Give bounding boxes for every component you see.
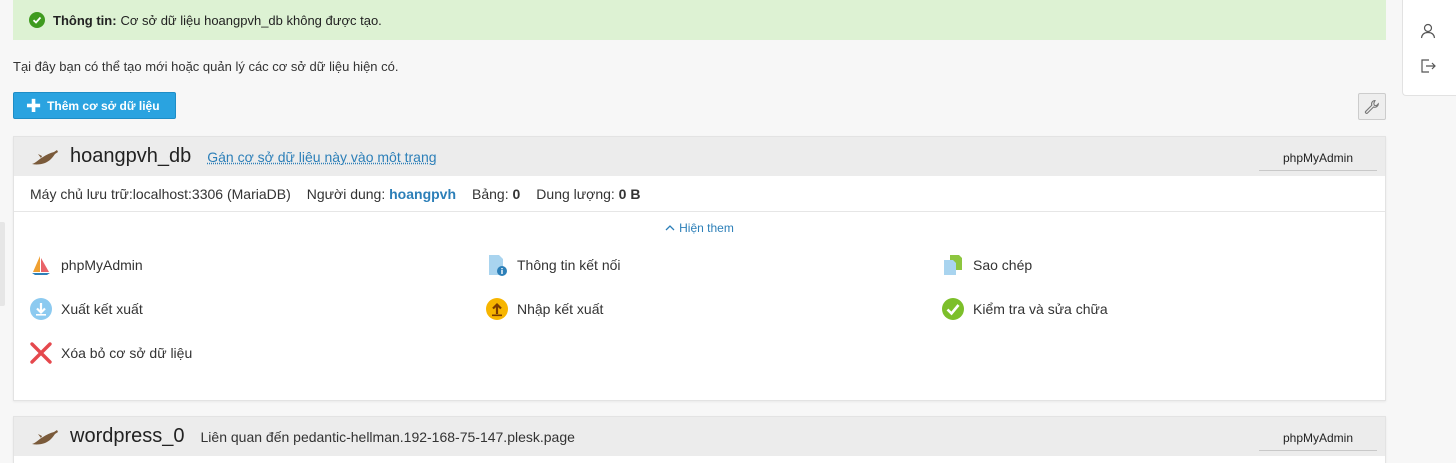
action-delete[interactable]: Xóa bỏ cơ sở dữ liệu [29, 341, 192, 365]
host-value: localhost:3306 (MariaDB) [132, 185, 291, 202]
database-actions: phpMyAdmin Thông tin kết nối Sao chép Xu… [14, 244, 1385, 404]
upload-icon [485, 297, 509, 321]
host-info: Máy chủ lưu trữ:localhost:3306 (MariaDB) [30, 186, 291, 202]
tables-value: 0 [512, 185, 521, 202]
logout-icon[interactable] [1419, 57, 1437, 75]
action-label: Xóa bỏ cơ sở dữ liệu [61, 345, 193, 361]
wrench-icon [1364, 99, 1379, 114]
action-label: Sao chép [973, 257, 1033, 273]
host-label: Máy chủ lưu trữ: [30, 185, 133, 202]
database-card-header: wordpress_0 Liên quan đến pedantic-hellm… [14, 417, 1385, 456]
size-info: Dung lượng: 0 B [536, 186, 640, 202]
show-more-toggle[interactable]: Hiện them [14, 212, 1385, 244]
action-label: Kiểm tra và sửa chữa [973, 301, 1108, 317]
add-database-label: Thêm cơ sở dữ liệu [47, 98, 160, 113]
tables-label: Bảng: [472, 185, 509, 202]
assign-site-link[interactable]: Gán cơ sở dữ liệu này vào một trang [207, 149, 436, 165]
action-connection-info[interactable]: Thông tin kết nối [485, 253, 621, 277]
phpmyadmin-button[interactable]: phpMyAdmin [1259, 145, 1377, 171]
action-export[interactable]: Xuất kết xuất [29, 297, 143, 321]
database-name: wordpress_0 [70, 425, 185, 447]
action-label: Nhập kết xuất [517, 301, 604, 317]
database-card: hoangpvh_db Gán cơ sở dữ liệu này vào mộ… [13, 136, 1386, 401]
show-more-label: Hiện them [679, 221, 734, 235]
related-site-text: Liên quan đến pedantic-hellman.192-168-7… [200, 428, 575, 445]
mariadb-seal-icon [32, 429, 58, 445]
action-copy[interactable]: Sao chép [941, 253, 1032, 277]
mariadb-seal-icon [32, 149, 58, 165]
database-card: wordpress_0 Liên quan đến pedantic-hellm… [13, 416, 1386, 463]
delete-x-icon [29, 341, 53, 365]
download-icon [29, 297, 53, 321]
database-meta: Máy chủ lưu trữ:localhost:3306 (MariaDB)… [14, 176, 1385, 212]
database-name: hoangpvh_db [70, 145, 192, 167]
plus-icon: ✚ [26, 95, 42, 116]
add-database-button[interactable]: ✚ Thêm cơ sở dữ liệu [13, 92, 176, 119]
chevron-up-icon [665, 225, 675, 231]
size-value: 0 B [618, 185, 641, 202]
check-icon [941, 297, 965, 321]
tables-info: Bảng: 0 [472, 186, 520, 202]
side-panel [1402, 0, 1456, 96]
user-label: Người dung: [306, 185, 386, 202]
action-phpmyadmin[interactable]: phpMyAdmin [29, 253, 143, 277]
size-label: Dung lượng: [536, 185, 615, 202]
phpmyadmin-button[interactable]: phpMyAdmin [1259, 425, 1377, 451]
copy-icon [941, 253, 965, 277]
success-alert: Thông tin: Cơ sở dữ liệu hoangpvh_db khô… [13, 0, 1386, 40]
action-check-repair[interactable]: Kiểm tra và sửa chữa [941, 297, 1108, 321]
user-icon[interactable] [1419, 22, 1437, 40]
action-label: Thông tin kết nối [517, 257, 621, 273]
check-circle-icon [29, 12, 45, 28]
user-info: Người dung: hoangpvh [307, 186, 456, 202]
alert-message: Cơ sở dữ liệu hoangpvh_db không được tạo… [120, 12, 382, 28]
action-import[interactable]: Nhập kết xuất [485, 297, 603, 321]
left-scroll-handle[interactable] [0, 222, 5, 306]
intro-text: Tại đây bạn có thể tạo mới hoặc quản lý … [13, 59, 399, 74]
alert-label: Thông tin: [53, 12, 117, 28]
action-label: phpMyAdmin [61, 257, 143, 273]
document-info-icon [485, 253, 509, 277]
database-card-header: hoangpvh_db Gán cơ sở dữ liệu này vào mộ… [14, 137, 1385, 176]
phpmyadmin-sail-icon [29, 253, 53, 277]
user-link[interactable]: hoangpvh [389, 186, 456, 202]
action-label: Xuất kết xuất [61, 301, 143, 317]
tools-button[interactable] [1358, 93, 1386, 120]
